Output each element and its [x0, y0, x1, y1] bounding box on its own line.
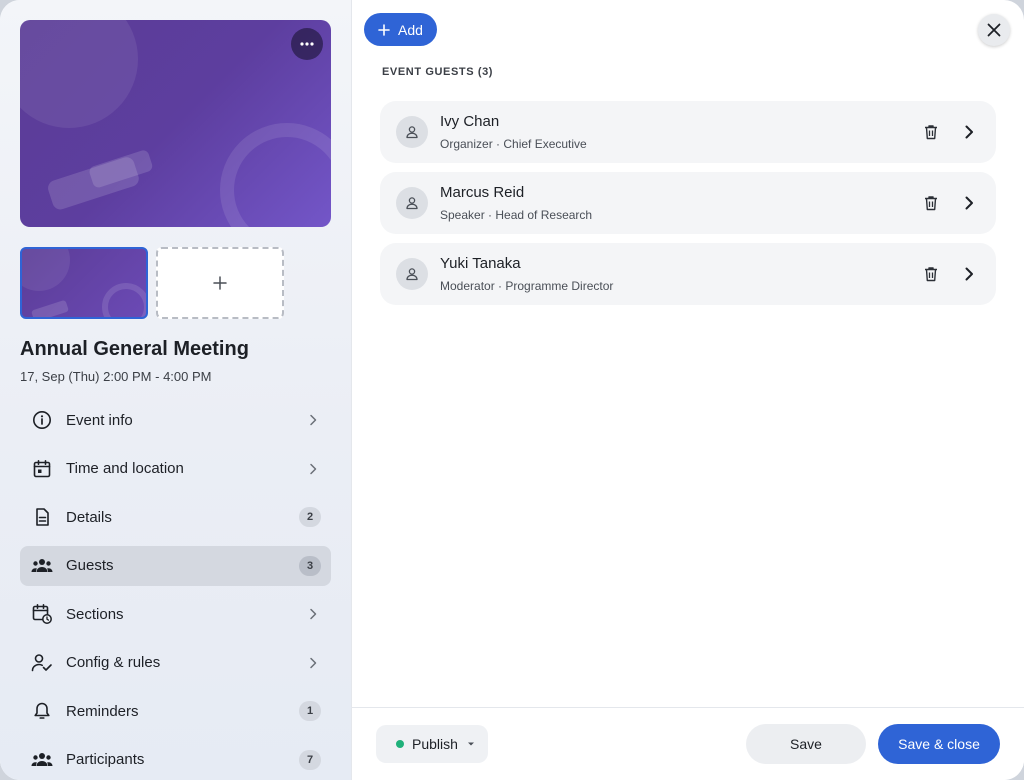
guest-role: Organizer · Chief Executive: [440, 137, 587, 151]
add-guest-label: Add: [398, 21, 423, 38]
sidebar-nav: Event info Time and location Details 2 G…: [20, 400, 331, 780]
sidebar-item-label: Sections: [66, 605, 124, 623]
info-circle-icon: [30, 408, 54, 432]
count-badge: 7: [299, 749, 321, 770]
more-horizontal-icon: [300, 42, 314, 46]
publish-dropdown[interactable]: Publish: [376, 725, 488, 763]
sidebar-item-label: Participants: [66, 751, 145, 768]
count-badge: 3: [299, 555, 321, 576]
dialog-footer: Publish Save Save & close: [352, 707, 1024, 780]
section-heading: EVENT GUESTS (3): [382, 66, 494, 78]
sidebar-item-label: Config & rules: [66, 654, 161, 671]
calendar-icon: [30, 457, 54, 481]
person-icon: [396, 116, 428, 148]
document-icon: [30, 505, 54, 529]
guest-row[interactable]: Ivy Chan Organizer · Chief Executive: [380, 101, 996, 163]
status-dot: [396, 740, 404, 748]
plus-icon: [213, 276, 227, 290]
guest-name: Marcus Reid: [440, 184, 525, 201]
caret-down-icon: [467, 742, 474, 746]
guest-list: Ivy Chan Organizer · Chief Executive Mar…: [380, 101, 996, 314]
event-title: Annual General Meeting: [20, 338, 249, 360]
add-guest-button[interactable]: Add: [364, 13, 437, 46]
guest-role: Moderator · Programme Director: [440, 279, 614, 293]
sidebar-item-label: Details: [66, 508, 112, 526]
add-cover-button[interactable]: [156, 247, 284, 319]
chevron-right-icon: [305, 412, 321, 428]
group-icon: [30, 748, 54, 772]
chevron-right-icon[interactable]: [958, 192, 980, 214]
group-icon: [30, 554, 54, 578]
count-badge: 2: [299, 507, 321, 527]
sidebar-item-event-info[interactable]: Event info: [20, 400, 331, 440]
sidebar-item-participants[interactable]: Participants 7: [20, 740, 331, 780]
guests-panel: Add EVENT GUESTS (3) Ivy Chan Organizer …: [352, 0, 1024, 780]
plus-icon: [378, 23, 390, 36]
publish-label: Publish: [412, 736, 458, 752]
sidebar-item-reminders[interactable]: Reminders 1: [20, 691, 331, 731]
save-button[interactable]: Save: [746, 724, 866, 764]
close-icon: [987, 23, 1001, 37]
chevron-right-icon[interactable]: [958, 121, 980, 143]
more-options-button[interactable]: [291, 28, 323, 60]
trash-icon[interactable]: [920, 192, 942, 214]
sidebar-item-config-and-rules[interactable]: Config & rules: [20, 643, 331, 683]
cover-image[interactable]: [20, 20, 331, 227]
calendar-clock-icon: [30, 602, 54, 626]
guest-name: Yuki Tanaka: [440, 255, 521, 272]
save-and-close-button[interactable]: Save & close: [878, 724, 1000, 764]
trash-icon[interactable]: [920, 121, 942, 143]
sidebar: Annual General Meeting 17, Sep (Thu) 2:0…: [0, 0, 352, 780]
sidebar-item-guests[interactable]: Guests 3: [20, 545, 331, 586]
trash-icon[interactable]: [920, 263, 942, 285]
sidebar-item-time-and-location[interactable]: Time and location: [20, 449, 331, 489]
sidebar-item-label: Reminders: [66, 702, 139, 720]
cover-thumbnail-selected[interactable]: [20, 247, 148, 319]
guest-name: Ivy Chan: [440, 113, 500, 130]
user-check-icon: [30, 651, 54, 675]
event-datetime: 17, Sep (Thu) 2:00 PM - 4:00 PM: [20, 369, 212, 384]
guest-row[interactable]: Marcus Reid Speaker · Head of Research: [380, 172, 996, 234]
sidebar-item-details[interactable]: Details 2: [20, 497, 331, 537]
cover-thumbnails: [20, 247, 331, 319]
sidebar-item-label: Event info: [66, 411, 133, 429]
event-editor-dialog: Annual General Meeting 17, Sep (Thu) 2:0…: [0, 0, 1024, 780]
bell-icon: [30, 699, 54, 723]
sidebar-item-label: Time and location: [66, 460, 184, 477]
close-button[interactable]: [978, 14, 1010, 46]
chevron-right-icon: [305, 461, 321, 477]
sidebar-item-sections[interactable]: Sections: [20, 594, 331, 634]
guest-row[interactable]: Yuki Tanaka Moderator · Programme Direct…: [380, 243, 996, 305]
person-icon: [396, 258, 428, 290]
count-badge: 1: [299, 701, 321, 721]
chevron-right-icon: [305, 606, 321, 622]
sidebar-item-label: Guests: [66, 557, 114, 574]
chevron-right-icon[interactable]: [958, 263, 980, 285]
guest-role: Speaker · Head of Research: [440, 208, 593, 222]
chevron-right-icon: [305, 655, 321, 671]
person-icon: [396, 187, 428, 219]
